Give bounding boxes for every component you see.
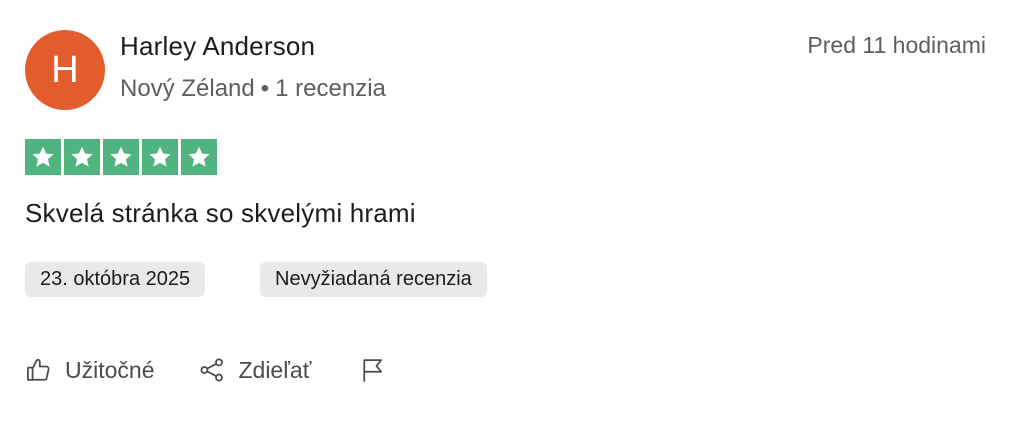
meta-separator: • (260, 75, 270, 102)
star-icon (181, 139, 217, 175)
report-button[interactable] (359, 356, 387, 384)
review-time-ago: Pred 11 hodinami (807, 32, 986, 58)
helpful-button[interactable]: Užitočné (25, 356, 154, 384)
review-date-badge: 23. októbra 2025 (25, 262, 206, 297)
review-title[interactable]: Skvelá stránka so skvelými hrami (25, 198, 416, 229)
share-label: Zdieľať (238, 356, 312, 383)
thumbs-up-icon (25, 356, 53, 384)
reviewer-review-count: 1 recenzia (275, 75, 386, 102)
unprompted-review-badge[interactable]: Nevyžiadaná recenzia (260, 262, 487, 297)
flag-icon (359, 356, 387, 384)
avatar[interactable]: H (25, 30, 105, 110)
helpful-label: Užitočné (65, 356, 155, 383)
reviewer-country: Nový Zéland (120, 75, 255, 102)
reviewer-meta: Nový Zéland • 1 recenzia (120, 75, 386, 103)
reviewer-name[interactable]: Harley Anderson (120, 31, 315, 62)
star-icon (103, 139, 139, 175)
star-icon (25, 139, 61, 175)
star-icon (64, 139, 100, 175)
share-button[interactable]: Zdieľať (198, 356, 311, 384)
star-rating (25, 139, 217, 175)
star-icon (142, 139, 178, 175)
review-card: H Harley Anderson Nový Zéland • 1 recenzia… (0, 0, 1024, 435)
review-actions: Užitočné Zdieľať (25, 352, 387, 388)
share-icon (198, 356, 226, 384)
